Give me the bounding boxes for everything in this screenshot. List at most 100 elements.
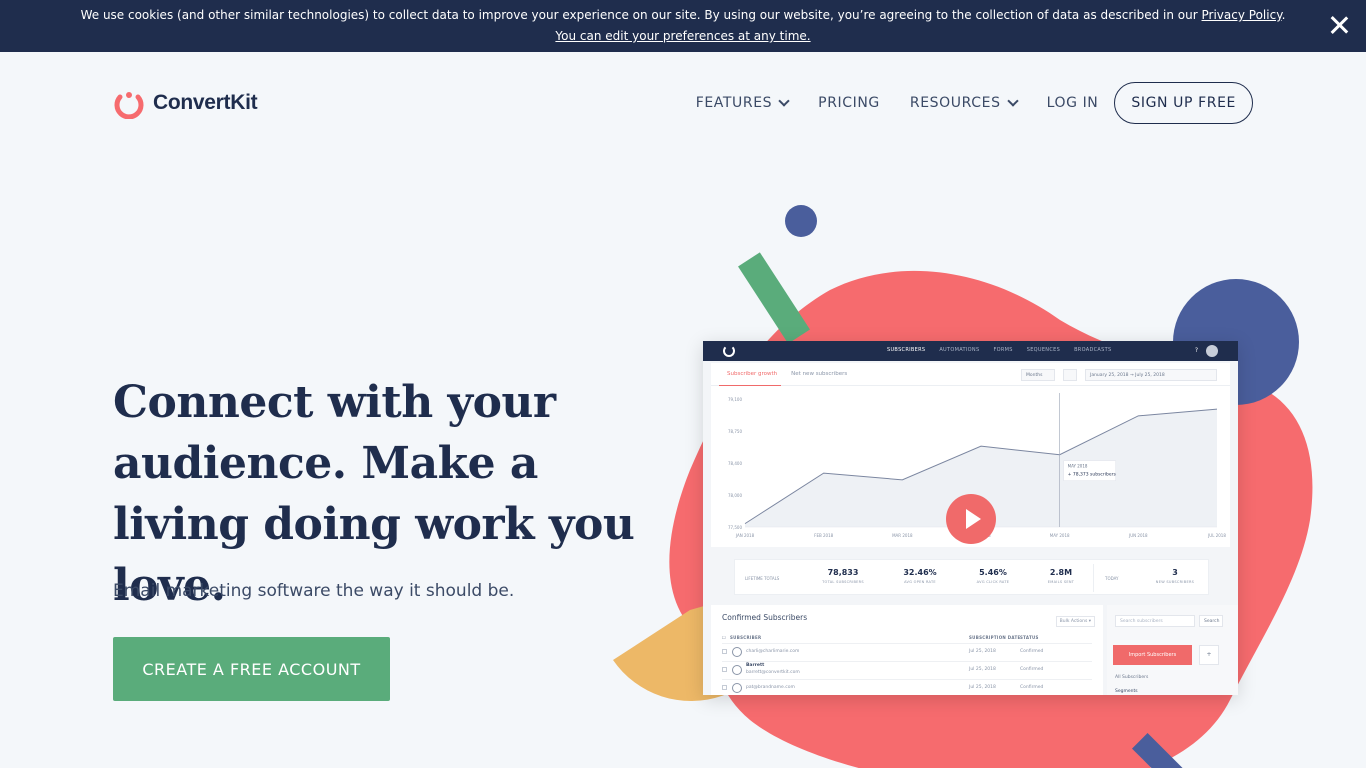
app-tab: FORMS bbox=[993, 347, 1013, 353]
divider bbox=[1093, 564, 1094, 592]
app-tab: AUTOMATIONS bbox=[939, 347, 980, 353]
green-bar bbox=[738, 252, 810, 344]
blue-dot bbox=[785, 205, 817, 237]
subscriber-email: pat@brandname.com bbox=[746, 685, 795, 690]
logo-text: ConvertKit bbox=[153, 91, 258, 114]
subscriber-status: Confirmed bbox=[1020, 667, 1044, 672]
nav-login-label: LOG IN bbox=[1046, 95, 1099, 111]
x-tick-label: JUL 2018 bbox=[1207, 533, 1226, 538]
help-icon: ? bbox=[1194, 347, 1198, 354]
lifetime-totals-label: LIFETIME TOTALS bbox=[745, 576, 780, 581]
column-header: SUBSCRIBER bbox=[730, 635, 762, 640]
sidebar-panel: Search subscribers Search Import Subscri… bbox=[1107, 605, 1238, 695]
nav-pricing-label: PRICING bbox=[818, 95, 880, 111]
nav-features[interactable]: FEATURES bbox=[695, 95, 790, 111]
app-tab: BROADCASTS bbox=[1074, 347, 1112, 353]
column-header: SUBSCRIPTION DATE bbox=[969, 635, 1021, 640]
avatar bbox=[1206, 345, 1218, 357]
play-video-button[interactable] bbox=[946, 494, 996, 544]
stat-value: 32.46% bbox=[903, 568, 937, 577]
main-nav: FEATURES PRICING RESOURCES LOG IN SIGN U… bbox=[696, 82, 1253, 124]
x-tick-label: MAR 2018 bbox=[892, 533, 913, 538]
import-subscribers-button: Import Subscribers bbox=[1113, 645, 1192, 665]
chevron-down-icon bbox=[1006, 95, 1019, 107]
stat: 5.46% AVG CLICK RATE bbox=[963, 568, 1023, 584]
x-tick-label: MAY 2018 bbox=[1050, 533, 1070, 538]
hero-title: Connect with your audience. Make a livin… bbox=[113, 377, 635, 611]
stat-value: 5.46% bbox=[979, 568, 1007, 577]
today-label: TODAY bbox=[1105, 576, 1119, 581]
checkbox-icon: ☐ bbox=[722, 635, 726, 640]
cookie-text: We use cookies (and other similar techno… bbox=[80, 8, 1202, 22]
search-button: Search bbox=[1199, 615, 1223, 627]
stat-label: AVG CLICK RATE bbox=[976, 580, 1010, 584]
avatar bbox=[732, 647, 742, 657]
checkbox-icon bbox=[722, 667, 727, 672]
subscriber-email: barrett@convertkit.com bbox=[746, 670, 800, 675]
plus-icon: + bbox=[1199, 645, 1219, 665]
y-tick-label: 78,400 bbox=[728, 461, 742, 466]
subscribers-table: Confirmed Subscribers Bulk Actions ▾ ☐ S… bbox=[711, 605, 1103, 695]
subscriber-status: Confirmed bbox=[1020, 685, 1044, 690]
convertkit-logo-icon bbox=[114, 92, 144, 119]
signup-button[interactable]: SIGN UP FREE bbox=[1114, 82, 1253, 124]
stat-label: NEW SUBSCRIBERS bbox=[1155, 580, 1195, 584]
app-logo-icon bbox=[723, 345, 735, 357]
nav-resources[interactable]: RESOURCES bbox=[909, 95, 1019, 111]
create-account-button[interactable]: CREATE A FREE ACCOUNT bbox=[113, 637, 390, 701]
app-topbar: SUBSCRIBERS AUTOMATIONS FORMS SEQUENCES … bbox=[703, 341, 1238, 361]
stat-value: 3 bbox=[1172, 568, 1178, 577]
stat-label: TOTAL SUBSCRIBERS bbox=[822, 580, 864, 584]
all-subscribers-label: All Subscribers bbox=[1115, 675, 1149, 680]
x-tick-label: JUN 2018 bbox=[1128, 533, 1148, 538]
chevron-down-icon bbox=[778, 95, 790, 107]
cookie-banner: We use cookies (and other similar techno… bbox=[0, 0, 1366, 52]
nav-pricing[interactable]: PRICING bbox=[818, 95, 880, 111]
stat: 78,833 TOTAL SUBSCRIBERS bbox=[813, 568, 873, 584]
navy-bar bbox=[1132, 733, 1190, 768]
search-input: Search subscribers bbox=[1115, 615, 1195, 627]
avatar bbox=[732, 683, 742, 693]
subscription-date: Jul 25, 2018 bbox=[969, 649, 996, 654]
close-icon[interactable] bbox=[1328, 14, 1350, 36]
y-tick-label: 79,100 bbox=[728, 397, 742, 402]
checkbox-icon bbox=[722, 685, 727, 690]
subscriber-email: charli@charlimarie.com bbox=[746, 649, 800, 654]
subscriber-status: Confirmed bbox=[1020, 649, 1044, 654]
stat-value: 2.8M bbox=[1049, 568, 1073, 577]
nav-resources-label: RESOURCES bbox=[909, 95, 1001, 111]
stat-label: AVG OPEN RATE bbox=[904, 580, 936, 584]
stat: 2.8M EMAILS SENT bbox=[1031, 568, 1091, 584]
table-row: Barrett barrett@convertkit.com Jul 25, 2… bbox=[722, 661, 1092, 677]
logo[interactable]: ConvertKit bbox=[113, 87, 258, 119]
tooltip-value: + 78,373 subscribers bbox=[1068, 472, 1117, 478]
stat: 3 NEW SUBSCRIBERS bbox=[1145, 568, 1205, 584]
bulk-actions: Bulk Actions ▾ bbox=[1055, 616, 1095, 627]
x-tick-label: JAN 2018 bbox=[735, 533, 755, 538]
app-tabs: SUBSCRIBERS AUTOMATIONS FORMS SEQUENCES … bbox=[873, 347, 1111, 353]
app-tab: SUBSCRIBERS bbox=[887, 347, 926, 353]
segments-label: Segments bbox=[1115, 689, 1138, 694]
app-tab: SEQUENCES bbox=[1026, 347, 1061, 353]
subscription-date: Jul 25, 2018 bbox=[969, 685, 996, 690]
stat-label: EMAILS SENT bbox=[1047, 580, 1075, 584]
y-tick-label: 77,500 bbox=[728, 525, 742, 530]
y-tick-label: 78,000 bbox=[728, 493, 742, 498]
stat-value: 78,833 bbox=[827, 568, 859, 577]
hero-subtitle: Email marketing software the way it shou… bbox=[113, 581, 515, 601]
subscriber-name: Barrett bbox=[746, 663, 765, 668]
nav-features-label: FEATURES bbox=[695, 95, 773, 111]
y-tick-label: 78,750 bbox=[728, 429, 742, 434]
cookie-period: . bbox=[1281, 8, 1286, 22]
table-title: Confirmed Subscribers bbox=[722, 613, 808, 622]
edit-preferences-link[interactable]: You can edit your preferences at any tim… bbox=[555, 29, 810, 43]
column-header: STATUS bbox=[1020, 635, 1039, 640]
x-tick-label: FEB 2018 bbox=[814, 533, 833, 538]
avatar bbox=[732, 665, 742, 675]
nav-login[interactable]: LOG IN bbox=[1047, 95, 1099, 111]
tooltip-date: MAY 2018 bbox=[1068, 464, 1088, 469]
subscription-date: Jul 25, 2018 bbox=[969, 667, 996, 672]
privacy-policy-link[interactable]: Privacy Policy bbox=[1202, 8, 1282, 22]
checkbox-icon bbox=[722, 649, 727, 654]
stat: 32.46% AVG OPEN RATE bbox=[890, 568, 950, 584]
